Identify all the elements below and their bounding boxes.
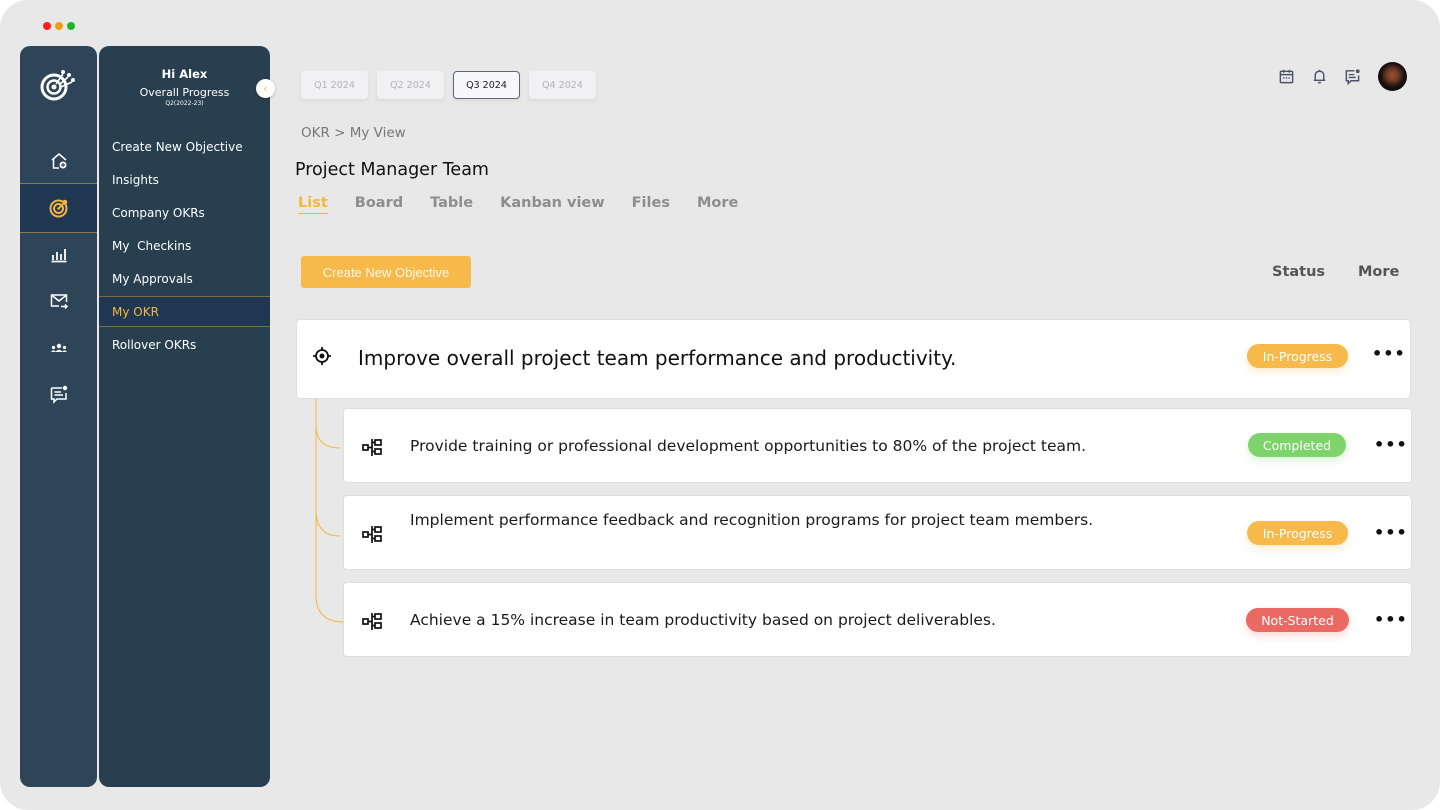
top-toolbar: [1270, 61, 1407, 91]
target-icon: [49, 199, 67, 218]
notifications-button[interactable]: [1303, 61, 1336, 91]
view-tabs: List Board Table Kanban view Files More: [298, 195, 765, 214]
tab-kanban-view[interactable]: Kanban view: [500, 195, 605, 211]
messages-button[interactable]: [1336, 61, 1369, 91]
window-controls: [43, 22, 75, 30]
objective-card[interactable]: Improve overall project team performance…: [296, 319, 1411, 399]
bell-icon: [1313, 69, 1326, 83]
key-result-menu-button[interactable]: •••: [1374, 435, 1408, 454]
bar-chart-icon: [51, 249, 66, 263]
submenu-item-insights[interactable]: Insights: [99, 164, 270, 195]
target-logo-icon[interactable]: [39, 63, 79, 103]
quarter-tab-q1[interactable]: Q1 2024: [301, 71, 368, 99]
status-badge: In-Progress: [1247, 521, 1348, 545]
rail-item-reports[interactable]: [20, 230, 97, 278]
create-new-objective-button[interactable]: Create New Objective: [301, 256, 471, 288]
tab-board[interactable]: Board: [355, 195, 403, 211]
crosshair-target-icon: [313, 347, 331, 365]
breadcrumb: OKR > My View: [301, 125, 406, 141]
key-result-card[interactable]: Provide training or professional develop…: [343, 408, 1412, 483]
app-window: Hi Alex Overall Progress Q2(2022-23) Cre…: [0, 0, 1440, 810]
key-result-menu-button[interactable]: •••: [1374, 523, 1408, 542]
quarter-selector: Q1 2024 Q2 2024 Q3 2024 Q4 2024: [301, 71, 596, 99]
status-filter[interactable]: Status: [1272, 264, 1325, 280]
quarter-tab-q3[interactable]: Q3 2024: [453, 71, 520, 99]
chat-notification-icon: [1345, 68, 1360, 85]
submenu-item-my-okr[interactable]: My OKR: [99, 296, 270, 327]
status-badge: In-Progress: [1247, 344, 1348, 368]
close-window-button[interactable]: [43, 22, 51, 30]
key-result-card[interactable]: Achieve a 15% increase in team productiv…: [343, 582, 1412, 657]
rail-item-home[interactable]: [20, 137, 97, 185]
objective-title: Improve overall project team performance…: [358, 346, 957, 370]
chat-notification-icon: [50, 385, 67, 404]
status-badge: Not-Started: [1246, 608, 1349, 632]
tab-list[interactable]: List: [298, 195, 328, 214]
maximize-window-button[interactable]: [67, 22, 75, 30]
rail-item-team[interactable]: [20, 324, 97, 372]
chevron-left-icon: ‹: [263, 82, 268, 95]
key-result-title: Implement performance feedback and recog…: [410, 511, 1094, 529]
hierarchy-icon: [362, 613, 382, 630]
mail-forward-icon: [50, 294, 68, 310]
minimize-window-button[interactable]: [55, 22, 63, 30]
collapse-sidebar-button[interactable]: ‹: [256, 79, 275, 98]
user-avatar[interactable]: [1378, 61, 1407, 91]
submenu-item-create-objective[interactable]: Create New Objective: [99, 131, 270, 162]
quarter-tab-q4[interactable]: Q4 2024: [529, 71, 596, 99]
calendar-button[interactable]: [1270, 61, 1303, 91]
objective-menu-button[interactable]: •••: [1372, 344, 1406, 363]
submenu-item-my-checkins[interactable]: My Checkins: [99, 230, 270, 261]
rail-item-messages[interactable]: [20, 277, 97, 325]
home-plus-icon: [51, 153, 66, 169]
hierarchy-icon: [362, 526, 382, 543]
greeting-block: Hi Alex Overall Progress Q2(2022-23): [99, 67, 270, 107]
progress-period: Q2(2022-23): [165, 100, 204, 107]
overall-progress-label: Overall Progress: [139, 86, 230, 99]
rail-item-chat[interactable]: [20, 370, 97, 418]
key-result-card[interactable]: Implement performance feedback and recog…: [343, 495, 1412, 570]
key-result-menu-button[interactable]: •••: [1374, 610, 1408, 629]
status-badge: Completed: [1248, 433, 1346, 457]
okr-submenu: Hi Alex Overall Progress Q2(2022-23) Cre…: [99, 46, 270, 787]
key-result-title: Provide training or professional develop…: [410, 437, 1087, 455]
rail-item-okr[interactable]: [20, 183, 97, 233]
key-result-title: Achieve a 15% increase in team productiv…: [410, 611, 996, 629]
greeting: Hi Alex: [161, 67, 208, 81]
calendar-icon: [1279, 69, 1294, 83]
hierarchy-icon: [362, 439, 382, 456]
submenu-item-company-okrs[interactable]: Company OKRs: [99, 197, 270, 228]
tab-files[interactable]: Files: [632, 195, 670, 211]
tab-table[interactable]: Table: [430, 195, 473, 211]
submenu-item-rollover-okrs[interactable]: Rollover OKRs: [99, 329, 270, 360]
page-title: Project Manager Team: [295, 160, 489, 180]
submenu-item-my-approvals[interactable]: My Approvals: [99, 263, 270, 294]
team-icon: [50, 343, 67, 352]
more-filter[interactable]: More: [1358, 264, 1399, 280]
icon-rail: [20, 46, 97, 787]
quarter-tab-q2[interactable]: Q2 2024: [377, 71, 444, 99]
tab-more[interactable]: More: [697, 195, 738, 211]
